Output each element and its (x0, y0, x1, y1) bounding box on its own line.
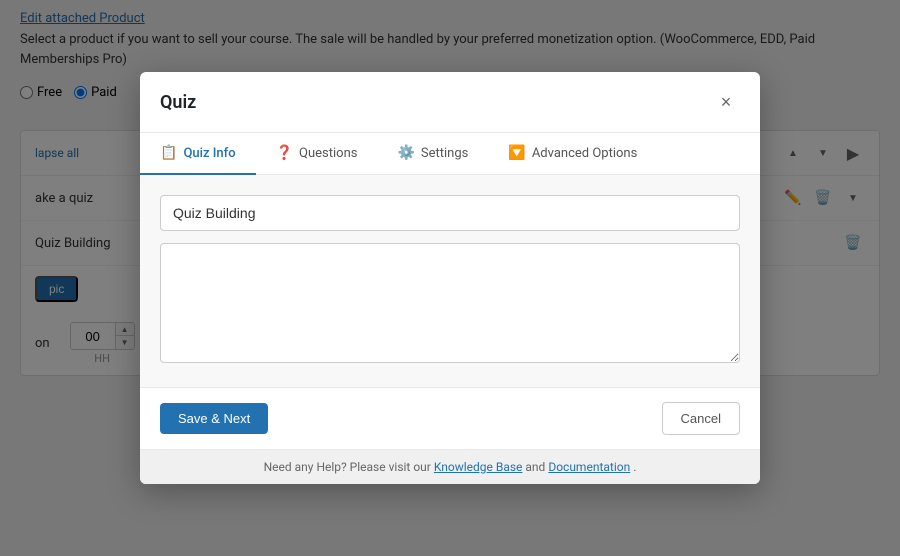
modal-header: Quiz × (140, 72, 760, 133)
modal-title: Quiz (160, 92, 196, 113)
knowledge-base-link[interactable]: Knowledge Base (434, 460, 523, 474)
cancel-button[interactable]: Cancel (662, 402, 740, 435)
tab-questions[interactable]: ❓ Questions (256, 133, 378, 175)
help-text-before: Need any Help? Please visit our (264, 460, 434, 474)
tab-advanced-options-label: Advanced Options (532, 146, 637, 161)
modal-help-bar: Need any Help? Please visit our Knowledg… (140, 449, 760, 484)
settings-icon: ⚙️ (397, 145, 414, 161)
help-text-after: . (633, 460, 636, 474)
tab-settings-label: Settings (421, 146, 468, 161)
tab-quiz-info-label: Quiz Info (183, 146, 235, 161)
modal-body (140, 175, 760, 387)
tab-advanced-options[interactable]: 🔽 Advanced Options (488, 133, 657, 175)
save-next-button[interactable]: Save & Next (160, 403, 268, 434)
quiz-description-textarea[interactable] (160, 243, 740, 363)
help-text-middle: and (525, 460, 548, 474)
documentation-link[interactable]: Documentation (548, 460, 630, 474)
quiz-name-input[interactable] (160, 195, 740, 231)
questions-icon: ❓ (276, 145, 293, 161)
modal-overlay: Quiz × 📋 Quiz Info ❓ Questions ⚙️ Settin… (0, 0, 900, 556)
modal-tabs: 📋 Quiz Info ❓ Questions ⚙️ Settings 🔽 Ad… (140, 133, 760, 175)
quiz-modal: Quiz × 📋 Quiz Info ❓ Questions ⚙️ Settin… (140, 72, 760, 484)
tab-questions-label: Questions (299, 146, 357, 161)
tab-quiz-info[interactable]: 📋 Quiz Info (140, 133, 256, 175)
advanced-options-icon: 🔽 (508, 145, 525, 161)
modal-footer: Save & Next Cancel (140, 387, 760, 449)
modal-close-button[interactable]: × (712, 88, 740, 116)
tab-settings[interactable]: ⚙️ Settings (377, 133, 488, 175)
quiz-info-icon: 📋 (160, 145, 177, 161)
